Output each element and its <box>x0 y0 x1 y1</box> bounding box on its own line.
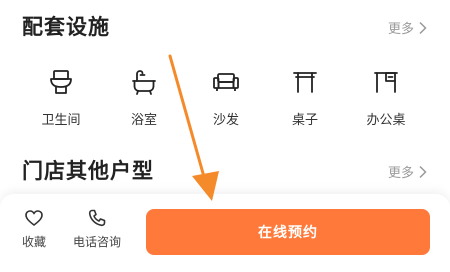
facility-label: 浴室 <box>130 113 157 128</box>
facility-label: 办公桌 <box>366 113 406 128</box>
phone-icon <box>88 209 106 227</box>
other-types-title: 门店其他户型 <box>22 159 154 183</box>
page: 配套设施 更多 卫生间 浴室 沙发 桌子 办公桌 门店其他户型 更多 收藏 电话… <box>0 0 450 272</box>
other-types-header: 门店其他户型 更多 <box>0 152 450 188</box>
toilet-icon <box>50 70 72 94</box>
facilities-list: 卫生间 浴室 沙发 桌子 办公桌 <box>0 68 450 130</box>
chevron-right-icon <box>419 165 427 178</box>
facilities-title: 配套设施 <box>22 15 110 39</box>
other-types-more-label: 更多 <box>387 166 414 181</box>
favorite-label: 收藏 <box>21 235 46 249</box>
bottom-action-bar: 收藏 电话咨询 在线预约 <box>0 194 450 272</box>
book-online-button[interactable]: 在线预约 <box>146 209 430 255</box>
phone-consult-button[interactable]: 电话咨询 <box>70 208 124 250</box>
facility-label: 桌子 <box>291 113 318 128</box>
book-online-label: 在线预约 <box>258 225 318 241</box>
facility-label: 沙发 <box>212 113 239 128</box>
facility-toilet: 卫生间 <box>23 68 99 130</box>
bathtub-icon <box>132 70 156 95</box>
facilities-more-link[interactable]: 更多 <box>388 18 428 37</box>
sofa-icon <box>213 73 239 91</box>
heart-icon <box>25 210 43 226</box>
phone-consult-label: 电话咨询 <box>72 235 121 249</box>
favorite-button[interactable]: 收藏 <box>18 208 50 250</box>
facility-table: 桌子 <box>267 68 343 130</box>
other-types-more-link[interactable]: 更多 <box>388 162 428 181</box>
desk-icon <box>374 72 398 93</box>
facility-bath: 浴室 <box>106 68 182 130</box>
chevron-right-icon <box>419 21 427 34</box>
facilities-more-label: 更多 <box>387 22 414 37</box>
table-icon <box>293 72 317 93</box>
facilities-header: 配套设施 更多 <box>0 8 450 44</box>
facility-sofa: 沙发 <box>188 68 264 130</box>
facility-label: 卫生间 <box>41 113 81 128</box>
facility-desk: 办公桌 <box>348 68 424 130</box>
